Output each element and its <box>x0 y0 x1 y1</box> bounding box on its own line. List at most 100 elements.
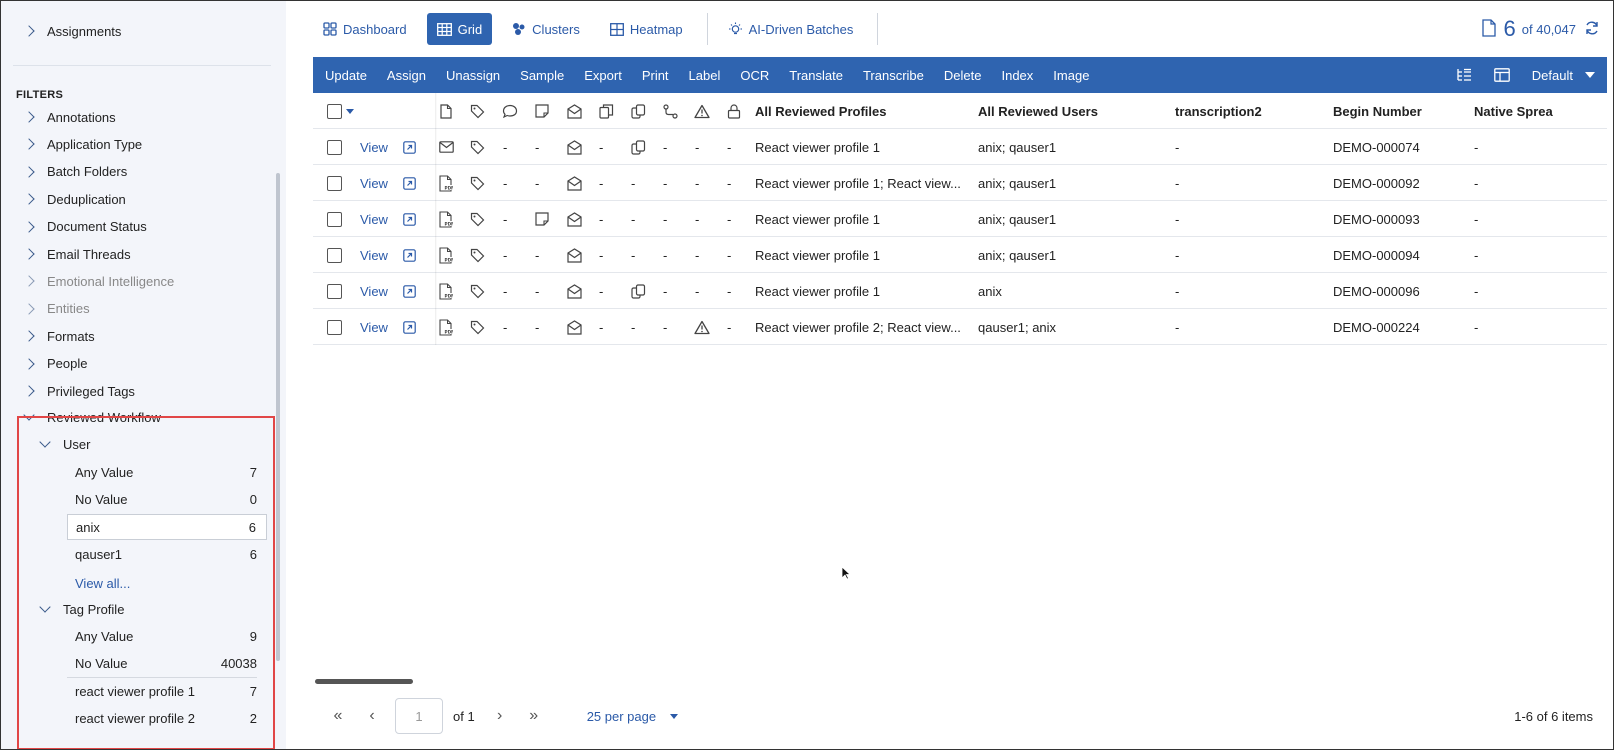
table-row[interactable]: View PDF - - - - - - - React viewer profile 1; Re… <box>313 165 1607 201</box>
duplicate-icon[interactable] <box>597 93 615 129</box>
toolbar-button-print[interactable]: Print <box>642 68 669 83</box>
open-external-icon[interactable] <box>400 318 418 336</box>
document-icon[interactable] <box>437 93 455 129</box>
email-stack-icon[interactable] <box>565 246 583 264</box>
select-all-control[interactable] <box>327 93 354 129</box>
last-page-icon[interactable]: » <box>525 707 543 725</box>
note-icon[interactable] <box>533 210 551 228</box>
filter-item[interactable]: Entities <box>21 295 90 323</box>
assignments-section[interactable]: Assignments <box>21 17 121 45</box>
tag-icon[interactable] <box>468 318 486 336</box>
table-row[interactable]: View PDF - - - - - - - React viewer profile 1 anix… <box>313 237 1607 273</box>
filter-item[interactable]: Batch Folders <box>21 158 127 186</box>
tab-heatmap[interactable]: Heatmap <box>600 13 693 45</box>
tab-dashboard[interactable]: Dashboard <box>313 13 417 45</box>
tag-icon[interactable] <box>468 174 486 192</box>
row-checkbox[interactable] <box>327 247 342 263</box>
toolbar-button-delete[interactable]: Delete <box>944 68 982 83</box>
email-stack-icon[interactable] <box>565 138 583 156</box>
pdf-file-icon[interactable]: PDF <box>437 246 455 264</box>
email-stack-icon[interactable] <box>565 282 583 300</box>
warning-icon[interactable] <box>693 318 711 336</box>
table-row[interactable]: View PDF - - - - - - React viewer profile 2; Rea… <box>313 309 1607 345</box>
tag-icon[interactable] <box>468 282 486 300</box>
toolbar-button-assign[interactable]: Assign <box>387 68 426 83</box>
tag-icon[interactable] <box>468 210 486 228</box>
view-link[interactable]: View <box>360 165 388 201</box>
note-icon[interactable] <box>533 93 551 129</box>
column-header-users[interactable]: All Reviewed Users <box>978 93 1098 129</box>
filter-item[interactable]: Email Threads <box>21 240 131 268</box>
email-stack-icon[interactable] <box>565 318 583 336</box>
toolbar-button-unassign[interactable]: Unassign <box>446 68 500 83</box>
page-number-input[interactable]: 1 <box>395 698 443 734</box>
tree-view-icon[interactable] <box>1456 68 1472 82</box>
tag-icon[interactable] <box>468 93 486 129</box>
row-checkbox[interactable] <box>327 211 342 227</box>
layout-panel-icon[interactable] <box>1493 68 1510 82</box>
filter-item[interactable]: Application Type <box>21 130 142 158</box>
toolbar-button-transcribe[interactable]: Transcribe <box>863 68 924 83</box>
table-row[interactable]: View PDF - - - - - - React viewer profile 1 anix -… <box>313 273 1607 309</box>
toolbar-button-image[interactable]: Image <box>1053 68 1089 83</box>
email-stack-icon[interactable] <box>565 174 583 192</box>
pdf-file-icon[interactable]: PDF <box>437 282 455 300</box>
column-header-transcription2[interactable]: transcription2 <box>1175 93 1262 129</box>
open-external-icon[interactable] <box>400 282 418 300</box>
table-row[interactable]: View - - - - - - React viewer profile 1 anix; qa… <box>313 129 1607 165</box>
view-link[interactable]: View <box>360 201 388 237</box>
row-checkbox[interactable] <box>327 283 342 299</box>
tab-clusters[interactable]: Clusters <box>502 13 590 45</box>
filter-item[interactable]: Emotional Intelligence <box>21 267 174 295</box>
caret-down-icon[interactable] <box>346 108 354 114</box>
pdf-file-icon[interactable]: PDF <box>437 210 455 228</box>
open-external-icon[interactable] <box>400 246 418 264</box>
open-external-icon[interactable] <box>400 174 418 192</box>
row-checkbox[interactable] <box>327 139 342 155</box>
filter-item[interactable]: Document Status <box>21 213 147 241</box>
email-stack-icon[interactable] <box>565 93 583 129</box>
sidebar-scrollbar[interactable] <box>276 173 280 661</box>
pdf-file-icon[interactable]: PDF <box>437 318 455 336</box>
caret-down-icon[interactable] <box>1585 72 1595 78</box>
near-duplicate-icon[interactable] <box>629 138 647 156</box>
tag-icon[interactable] <box>468 246 486 264</box>
toolbar-button-label[interactable]: Label <box>689 68 721 83</box>
view-link[interactable]: View <box>360 237 388 273</box>
warning-icon[interactable] <box>693 93 711 129</box>
tab-grid[interactable]: Grid <box>426 13 493 45</box>
filter-item[interactable]: Formats <box>21 322 95 350</box>
near-duplicate-icon[interactable] <box>629 282 647 300</box>
filter-item[interactable]: Privileged Tags <box>21 377 135 405</box>
toolbar-button-sample[interactable]: Sample <box>520 68 564 83</box>
column-header-begin-number[interactable]: Begin Number <box>1333 93 1422 129</box>
toolbar-button-export[interactable]: Export <box>584 68 622 83</box>
table-row[interactable]: View PDF - - - - - - React viewer profile 1 anix;… <box>313 201 1607 237</box>
select-all-checkbox[interactable] <box>327 103 342 119</box>
filter-item[interactable]: People <box>21 350 87 378</box>
column-header-native-spreadsheet[interactable]: Native Sprea <box>1474 93 1553 129</box>
comment-icon[interactable] <box>501 93 519 129</box>
filter-item[interactable]: Annotations <box>21 103 116 131</box>
next-page-icon[interactable]: › <box>491 707 509 725</box>
toolbar-button-update[interactable]: Update <box>325 68 367 83</box>
refresh-icon[interactable] <box>1584 20 1600 39</box>
thread-route-icon[interactable] <box>661 93 679 129</box>
previous-page-icon[interactable]: ‹ <box>363 707 381 725</box>
open-external-icon[interactable] <box>400 138 418 156</box>
view-link[interactable]: View <box>360 129 388 165</box>
tab-ai-driven-batches[interactable]: AI-Driven Batches <box>718 13 864 45</box>
per-page-select[interactable]: 25 per page <box>587 709 679 724</box>
column-header-profiles[interactable]: All Reviewed Profiles <box>755 93 887 129</box>
view-link[interactable]: View <box>360 273 388 309</box>
toolbar-button-index[interactable]: Index <box>1001 68 1033 83</box>
horizontal-scrollbar[interactable] <box>315 679 413 684</box>
lock-icon[interactable] <box>725 93 743 129</box>
pdf-file-icon[interactable]: PDF <box>437 174 455 192</box>
tag-icon[interactable] <box>468 138 486 156</box>
near-duplicate-icon[interactable] <box>629 93 647 129</box>
filter-item[interactable]: Deduplication <box>21 185 126 213</box>
view-link[interactable]: View <box>360 309 388 345</box>
first-page-icon[interactable]: « <box>329 707 347 725</box>
row-checkbox[interactable] <box>327 319 342 335</box>
